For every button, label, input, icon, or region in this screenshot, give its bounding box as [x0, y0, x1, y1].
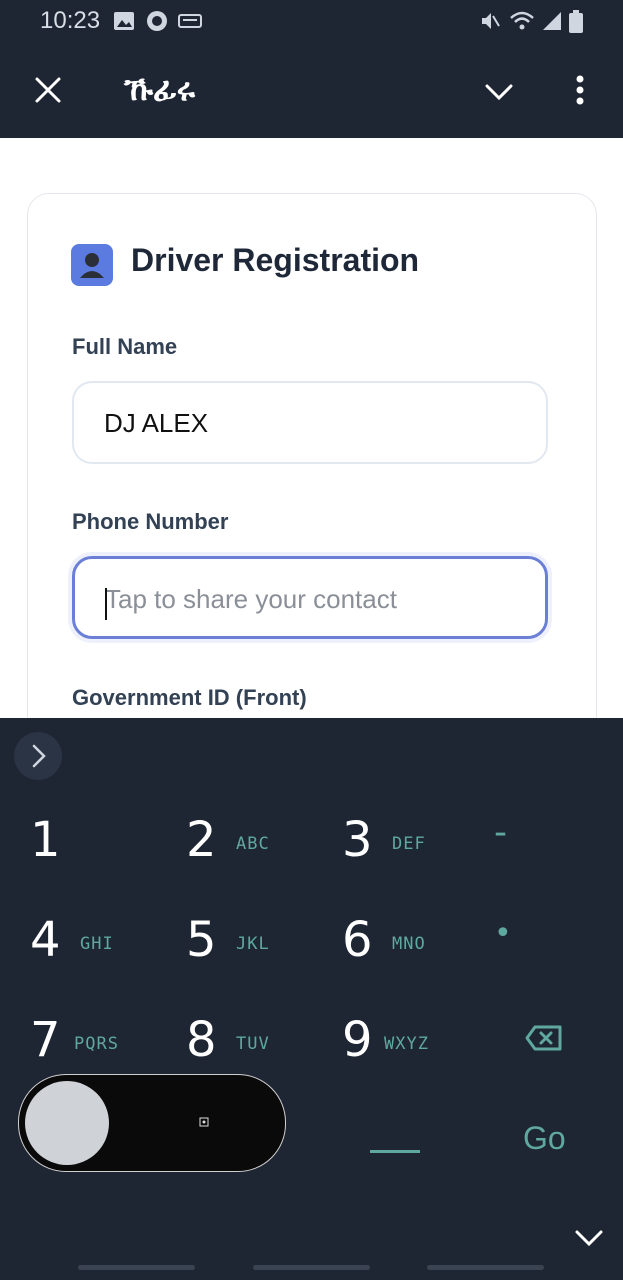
signal-icon [543, 12, 561, 30]
text-caret [105, 588, 107, 620]
key-2[interactable]: 2 ABC [186, 812, 269, 868]
hide-keyboard-icon[interactable] [574, 1228, 604, 1248]
page-content: Driver Registration Full Name DJ ALEX Ph… [0, 138, 623, 895]
space-icon[interactable] [370, 1148, 422, 1156]
key-letters: WXYZ [384, 1034, 429, 1054]
key-letters: PQRS [74, 1034, 119, 1054]
full-name-input[interactable]: DJ ALEX [72, 381, 548, 464]
key-letters: TUV [236, 1034, 270, 1054]
key-8[interactable]: 8 TUV [186, 1012, 269, 1068]
driver-icon [71, 244, 113, 286]
mute-icon [482, 13, 500, 29]
close-icon[interactable] [34, 76, 62, 104]
key-7[interactable]: 7 PQRS [30, 1012, 118, 1068]
keyboard-collapse-button[interactable] [14, 732, 62, 780]
key-letters: MNO [392, 934, 426, 954]
chevron-down-icon[interactable] [484, 82, 514, 102]
phone-number-placeholder: Tap to share your contact [105, 584, 397, 614]
key-3[interactable]: 3 DEF [342, 812, 425, 868]
key-1[interactable]: 1 [30, 812, 61, 868]
full-name-label: Full Name [72, 334, 178, 359]
key-9[interactable]: 9 WXYZ [342, 1012, 428, 1068]
screen-preview-thumbnail [25, 1081, 109, 1165]
battery-icon [569, 10, 583, 33]
phone-number-input[interactable]: Tap to share your contact [72, 556, 548, 639]
backspace-icon[interactable] [525, 1025, 563, 1051]
keyboard-icon [178, 14, 202, 28]
wifi-icon [510, 11, 534, 30]
key-letters: ABC [236, 834, 270, 854]
screen-share-bubble[interactable] [18, 1074, 286, 1172]
go-button[interactable]: Go [523, 1120, 566, 1157]
chevron-right-icon [32, 744, 46, 768]
key-5[interactable]: 5 JKL [186, 912, 269, 968]
key-digit: 7 [30, 1012, 61, 1068]
key-digit: - [494, 812, 507, 853]
key-digit: 3 [342, 812, 373, 868]
nav-bar-segment [253, 1265, 370, 1270]
key-letters: GHI [80, 934, 114, 954]
whatsapp-icon [147, 11, 167, 31]
key-digit: 2 [186, 812, 217, 868]
key-digit: • [494, 916, 512, 951]
key-digit: 4 [30, 912, 61, 968]
status-bar: 10:23 [0, 0, 623, 42]
app-bar: ኹፊሩ [0, 42, 623, 138]
status-time: 10:23 [40, 7, 101, 34]
numeric-keyboard: 1 2 ABC 3 DEF - 4 GHI 5 JKL 6 MNO • 7 PQ… [0, 718, 623, 1280]
more-vertical-icon[interactable] [574, 74, 586, 106]
card-title: Driver Registration [131, 242, 420, 278]
key-digit: 5 [186, 912, 217, 968]
record-icon [199, 1117, 209, 1127]
full-name-value: DJ ALEX [104, 408, 209, 438]
government-id-front-label: Government ID (Front) [72, 685, 307, 710]
app-title: ኹፊሩ [124, 70, 195, 108]
key-digit: 1 [30, 812, 61, 868]
nav-bar-segment [427, 1265, 544, 1270]
key-digit: 6 [342, 912, 373, 968]
phone-number-label: Phone Number [72, 509, 229, 534]
nav-bar-segment [78, 1265, 195, 1270]
key-digit: 8 [186, 1012, 217, 1068]
key-4[interactable]: 4 GHI [30, 912, 113, 968]
key-digit: 9 [342, 1012, 373, 1068]
image-icon [114, 12, 134, 30]
key-letters: DEF [392, 834, 426, 854]
key-letters: JKL [236, 934, 270, 954]
key-dash[interactable]: - [494, 812, 507, 853]
key-6[interactable]: 6 MNO [342, 912, 425, 968]
key-dot[interactable]: • [494, 916, 512, 951]
